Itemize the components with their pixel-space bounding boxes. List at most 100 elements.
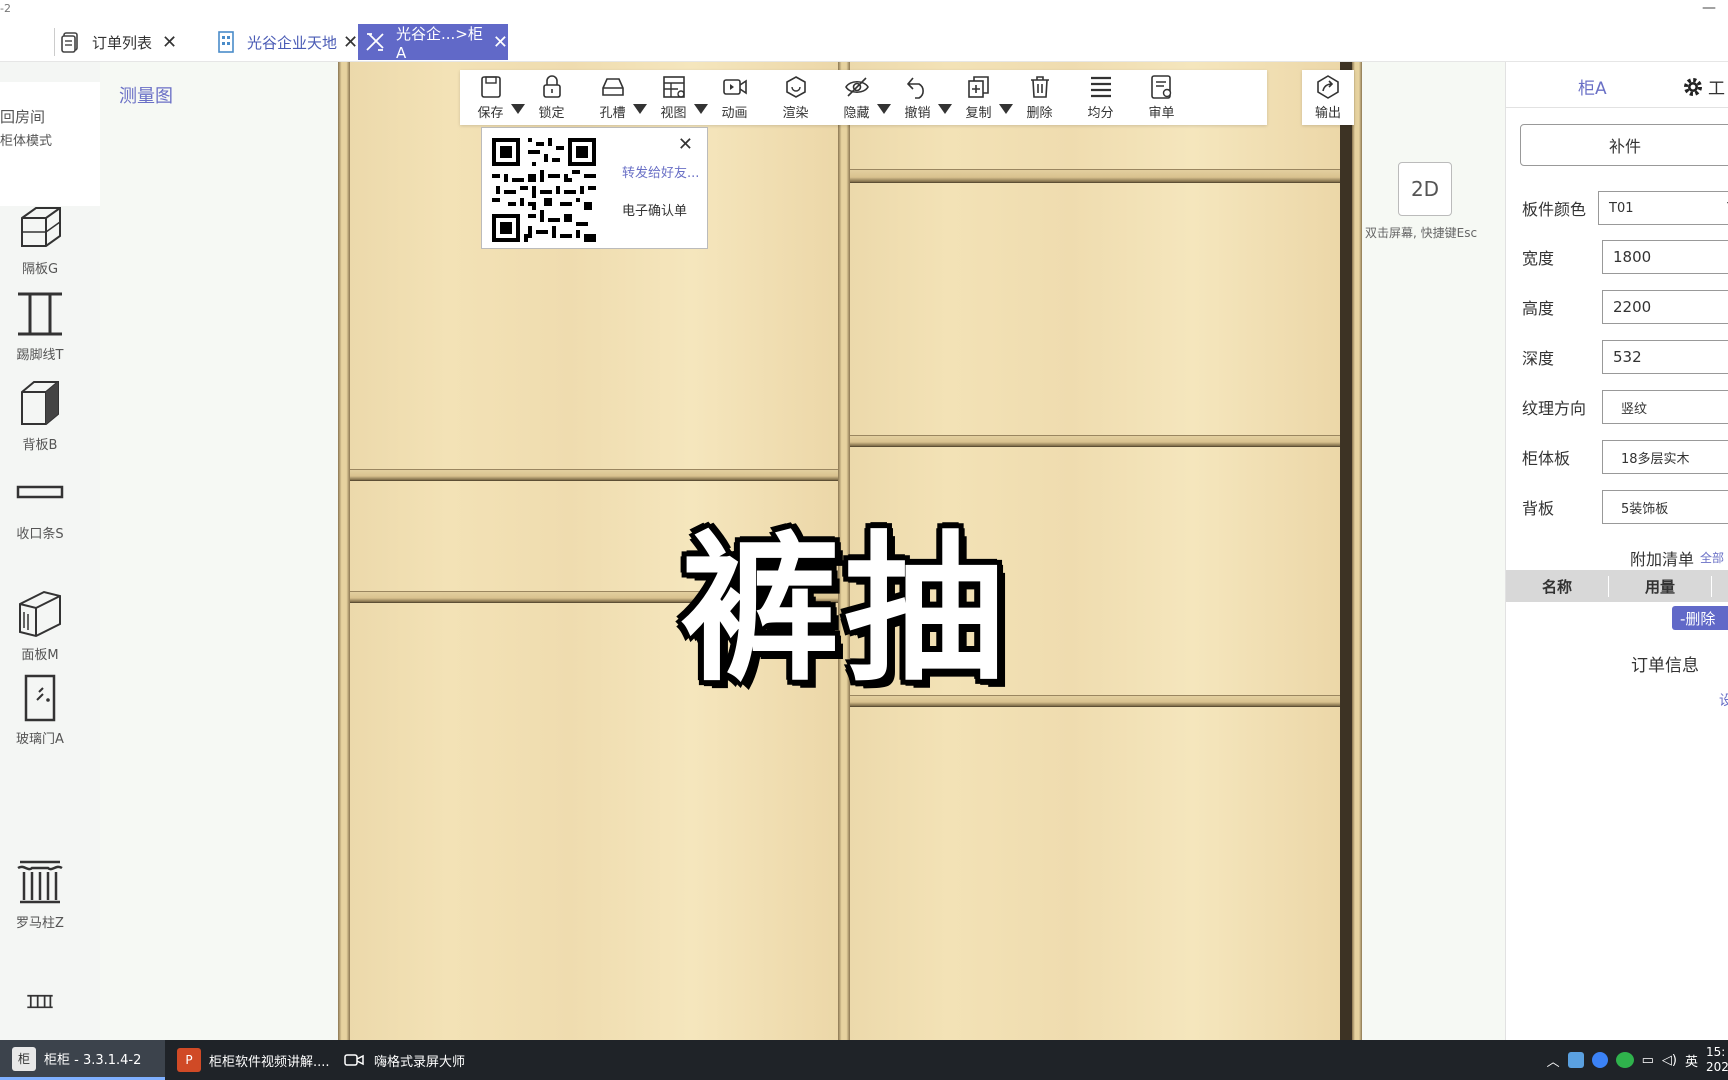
qr-code-image (492, 138, 596, 242)
app-icon: 柜 (12, 1046, 36, 1071)
tool-kickboard[interactable]: 踢脚线T (0, 288, 80, 363)
depth-input[interactable]: 532 (1602, 340, 1728, 374)
tray-app-icon[interactable] (1591, 1052, 1608, 1068)
lock-button[interactable]: 锁定 (521, 70, 582, 125)
3d-canvas[interactable]: 测量图 裤抽 2D 双击屏幕, 快捷键Esc (100, 62, 1505, 1040)
share-to-friend-link[interactable]: 转发给好友... (622, 162, 699, 181)
tab-order-list[interactable]: 订单列表 ✕ (60, 24, 177, 60)
tab-tools[interactable]: 工 (1682, 74, 1725, 99)
video-camera-icon (342, 1048, 366, 1072)
tool-trim-strip[interactable]: 收口条S (0, 467, 80, 542)
toolbar-label: 视图 (660, 106, 687, 121)
animation-button[interactable]: 动画 (704, 70, 765, 125)
copy-button[interactable]: 复制 (948, 70, 1013, 125)
extra-list-all-link[interactable]: 全部 (1700, 549, 1724, 566)
slot-button[interactable]: 孔槽 (582, 70, 647, 125)
network-icon[interactable]: ▭ (1642, 1053, 1654, 1068)
grain-direction-select[interactable]: 竖纹 (1602, 390, 1728, 424)
toolbar-label: 渲染 (782, 106, 809, 121)
tool-railing[interactable] (0, 990, 80, 1020)
clock[interactable]: 15: 202 (1706, 1045, 1728, 1075)
taskbar-app-guigui[interactable]: 柜 柜柜 - 3.3.1.4-2 (0, 1040, 165, 1080)
clock-time: 15: (1706, 1045, 1726, 1059)
volume-icon[interactable]: ◁) (1662, 1053, 1677, 1068)
delete-icon (1030, 76, 1049, 98)
toolbar-label: 均分 (1087, 106, 1114, 121)
toolbar-label: 审单 (1148, 106, 1175, 121)
field-height: 高度 2200 (1522, 288, 1728, 326)
title-strip: -2 — (0, 0, 1728, 22)
version-fragment: -2 (0, 2, 11, 15)
render-icon (785, 76, 806, 98)
field-grain-direction: 纹理方向 竖纹 (1522, 388, 1728, 426)
main-toolbar: 保存 锁定 孔槽 视图 动画 渲染 隐藏 撤销 复制 删除 均分 审单 (460, 70, 1267, 125)
slot-icon (601, 78, 624, 96)
document-icon (60, 31, 82, 53)
measure-drawing-link[interactable]: 测量图 (119, 82, 173, 108)
share-export-icon (1317, 75, 1339, 99)
tool-back-panel[interactable]: 背板B (0, 378, 80, 453)
field-value: 竖纹 (1621, 401, 1648, 417)
undo-button[interactable]: 撤销 (887, 70, 952, 125)
tab-cabinet-active[interactable]: 光谷企...>柜A ✕ (358, 24, 508, 62)
review-button[interactable]: 审单 (1131, 70, 1192, 125)
qr-share-popup: ✕ 转发给好友... 电子确认单 (481, 127, 708, 249)
delete-row-button[interactable]: -删除 (1672, 606, 1728, 630)
tool-glass-door[interactable]: 玻璃门A (0, 672, 80, 747)
field-depth: 深度 532 (1522, 338, 1728, 376)
close-icon[interactable]: ✕ (162, 32, 177, 53)
chevron-up-icon[interactable]: ︿ (1547, 1051, 1560, 1070)
close-icon[interactable]: ✕ (678, 134, 693, 155)
tool-partition[interactable]: 隔板G (0, 202, 80, 277)
back-panel-icon (21, 381, 59, 425)
width-input[interactable]: 1800 (1602, 240, 1728, 274)
back-to-room-button[interactable]: 回房间 柜体模式 (0, 82, 100, 206)
distribute-button[interactable]: 均分 (1070, 70, 1131, 125)
clock-date: 202 (1706, 1060, 1728, 1074)
partition-board-icon (21, 207, 61, 247)
properties-panel: 柜A 工 补件 板件颜色 T01 宽度 1800 高度 2200 深度 532 (1505, 62, 1728, 1040)
close-icon[interactable]: ✕ (493, 32, 508, 53)
add-part-button[interactable]: 补件 (1520, 124, 1728, 166)
tray-app-icon[interactable] (1567, 1052, 1584, 1068)
view-icon (662, 76, 685, 98)
board-color-select[interactable]: T01 (1598, 191, 1728, 225)
save-icon (480, 76, 501, 98)
toolbar-label: 复制 (965, 106, 992, 121)
delete-button[interactable]: 删除 (1009, 70, 1070, 125)
os-taskbar: 柜 柜柜 - 3.3.1.4-2 P 柜柜软件视频讲解.... 嗨格式录屏大师 … (0, 1040, 1728, 1080)
back-board-select[interactable]: 5装饰板 (1602, 490, 1728, 524)
wechat-icon[interactable] (1615, 1052, 1634, 1068)
2d-button[interactable]: 2D (1398, 162, 1452, 216)
tool-roman-column[interactable]: 罗马柱Z (0, 856, 80, 931)
taskbar-app-powerpoint[interactable]: P 柜柜软件视频讲解.... (165, 1040, 330, 1080)
field-value: T01 (1609, 200, 1634, 216)
output-button[interactable]: 输出 (1302, 70, 1354, 125)
ime-indicator[interactable]: 英 (1685, 1051, 1698, 1070)
tool-face-panel[interactable]: 面板M (0, 588, 80, 663)
toolbar-label: 孔槽 (599, 106, 626, 121)
hide-button[interactable]: 隐藏 (826, 70, 891, 125)
tab-cabinet-props[interactable]: 柜A (1578, 74, 1607, 99)
view-button[interactable]: 视图 (643, 70, 708, 125)
save-button[interactable]: 保存 (460, 70, 525, 125)
toolbar-label: 锁定 (538, 106, 565, 121)
carcass-board-select[interactable]: 18多层实木 (1602, 440, 1728, 474)
e-confirmation-link[interactable]: 电子确认单 (622, 200, 687, 219)
tab-project[interactable]: 光谷企业天地 ✕ (215, 24, 358, 60)
close-icon[interactable]: ✕ (343, 32, 358, 53)
render-button[interactable]: 渲染 (765, 70, 826, 125)
video-caption: 裤抽 (680, 516, 1009, 703)
tool-label: 背板B (22, 438, 58, 453)
tool-label: 踢脚线T (16, 348, 64, 363)
order-settings-link[interactable]: 设 (1719, 690, 1728, 710)
roman-column-icon (17, 860, 63, 904)
taskbar-app-recorder[interactable]: 嗨格式录屏大师 (330, 1040, 490, 1080)
extra-list-header: 名称 用量 (1506, 570, 1728, 602)
height-input[interactable]: 2200 (1602, 290, 1728, 324)
shelf[interactable] (850, 435, 1340, 447)
undo-icon (906, 77, 924, 99)
minimize-button[interactable]: — (1702, 0, 1716, 16)
toolbar-label: 保存 (477, 106, 504, 121)
shelf[interactable] (850, 169, 1340, 183)
